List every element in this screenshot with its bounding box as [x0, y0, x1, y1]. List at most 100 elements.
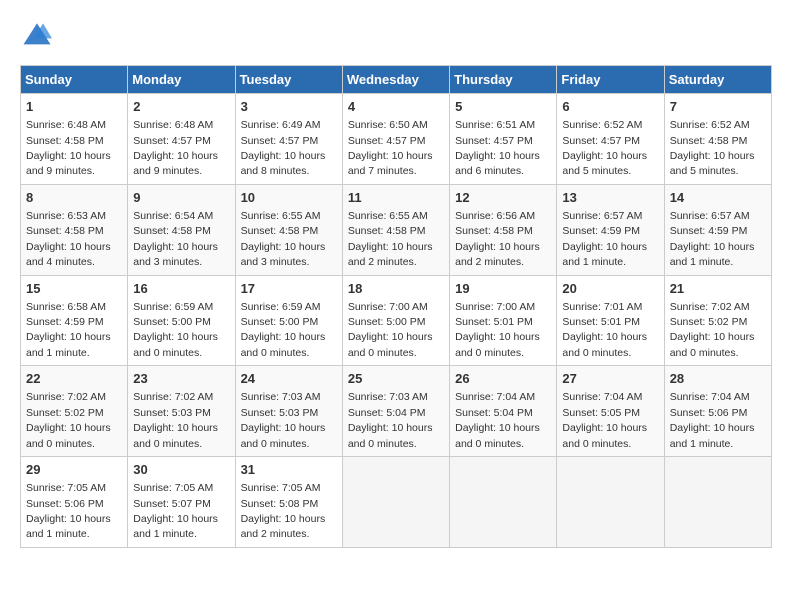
calendar-cell — [450, 457, 557, 548]
day-number: 12 — [455, 189, 551, 207]
cell-info: Sunrise: 6:57 AM Sunset: 4:59 PM Dayligh… — [562, 210, 647, 268]
day-number: 2 — [133, 98, 229, 116]
day-number: 17 — [241, 280, 337, 298]
calendar-cell: 19 Sunrise: 7:00 AM Sunset: 5:01 PM Dayli… — [450, 275, 557, 366]
day-number: 9 — [133, 189, 229, 207]
cell-info: Sunrise: 7:02 AM Sunset: 5:02 PM Dayligh… — [670, 301, 755, 359]
week-row-4: 22 Sunrise: 7:02 AM Sunset: 5:02 PM Dayli… — [21, 366, 772, 457]
week-row-2: 8 Sunrise: 6:53 AM Sunset: 4:58 PM Daylig… — [21, 184, 772, 275]
calendar-cell: 29 Sunrise: 7:05 AM Sunset: 5:06 PM Dayli… — [21, 457, 128, 548]
calendar-cell: 14 Sunrise: 6:57 AM Sunset: 4:59 PM Dayli… — [664, 184, 771, 275]
calendar-cell: 25 Sunrise: 7:03 AM Sunset: 5:04 PM Dayli… — [342, 366, 449, 457]
day-number: 4 — [348, 98, 444, 116]
calendar-cell: 26Sunrise: 7:04 AM Sunset: 5:04 PM Dayli… — [450, 366, 557, 457]
calendar-cell: 10 Sunrise: 6:55 AM Sunset: 4:58 PM Dayli… — [235, 184, 342, 275]
cell-info: Sunrise: 7:04 AM Sunset: 5:05 PM Dayligh… — [562, 391, 647, 449]
cell-info: Sunrise: 6:59 AM Sunset: 5:00 PM Dayligh… — [133, 301, 218, 359]
cell-info: Sunrise: 7:03 AM Sunset: 5:04 PM Dayligh… — [348, 391, 433, 449]
cell-info: Sunrise: 6:53 AM Sunset: 4:58 PM Dayligh… — [26, 210, 111, 268]
calendar-cell: 18 Sunrise: 7:00 AM Sunset: 5:00 PM Dayli… — [342, 275, 449, 366]
calendar-cell — [664, 457, 771, 548]
cell-info: Sunrise: 6:50 AM Sunset: 4:57 PM Dayligh… — [348, 119, 433, 177]
calendar-cell: 7 Sunrise: 6:52 AM Sunset: 4:58 PM Daylig… — [664, 94, 771, 185]
cell-info: Sunrise: 7:05 AM Sunset: 5:06 PM Dayligh… — [26, 482, 111, 540]
header-monday: Monday — [128, 66, 235, 94]
page-header — [20, 20, 772, 55]
calendar-cell: 2 Sunrise: 6:48 AM Sunset: 4:57 PM Daylig… — [128, 94, 235, 185]
day-number: 28 — [670, 370, 766, 388]
cell-info: Sunrise: 6:57 AM Sunset: 4:59 PM Dayligh… — [670, 210, 755, 268]
calendar-cell: 20 Sunrise: 7:01 AM Sunset: 5:01 PM Dayli… — [557, 275, 664, 366]
calendar-cell: 30 Sunrise: 7:05 AM Sunset: 5:07 PM Dayli… — [128, 457, 235, 548]
cell-info: Sunrise: 6:52 AM Sunset: 4:58 PM Dayligh… — [670, 119, 755, 177]
calendar-cell: 3 Sunrise: 6:49 AM Sunset: 4:57 PM Daylig… — [235, 94, 342, 185]
calendar-cell: 17 Sunrise: 6:59 AM Sunset: 5:00 PM Dayli… — [235, 275, 342, 366]
calendar-cell: 24 Sunrise: 7:03 AM Sunset: 5:03 PM Dayli… — [235, 366, 342, 457]
cell-info: Sunrise: 7:00 AM Sunset: 5:01 PM Dayligh… — [455, 301, 540, 359]
cell-info: Sunrise: 6:54 AM Sunset: 4:58 PM Dayligh… — [133, 210, 218, 268]
cell-info: Sunrise: 6:48 AM Sunset: 4:57 PM Dayligh… — [133, 119, 218, 177]
calendar-cell: 27 Sunrise: 7:04 AM Sunset: 5:05 PM Dayli… — [557, 366, 664, 457]
day-number: 11 — [348, 189, 444, 207]
cell-info: Sunrise: 7:05 AM Sunset: 5:07 PM Dayligh… — [133, 482, 218, 540]
calendar-cell: 23 Sunrise: 7:02 AM Sunset: 5:03 PM Dayli… — [128, 366, 235, 457]
logo — [20, 20, 52, 55]
cell-info: Sunrise: 7:03 AM Sunset: 5:03 PM Dayligh… — [241, 391, 326, 449]
calendar-cell — [557, 457, 664, 548]
day-number: 19 — [455, 280, 551, 298]
day-number: 3 — [241, 98, 337, 116]
calendar-cell: 13Sunrise: 6:57 AM Sunset: 4:59 PM Dayli… — [557, 184, 664, 275]
day-number: 21 — [670, 280, 766, 298]
calendar-cell — [342, 457, 449, 548]
header-tuesday: Tuesday — [235, 66, 342, 94]
calendar-cell: 31Sunrise: 7:05 AM Sunset: 5:08 PM Dayli… — [235, 457, 342, 548]
cell-info: Sunrise: 6:55 AM Sunset: 4:58 PM Dayligh… — [241, 210, 326, 268]
header-wednesday: Wednesday — [342, 66, 449, 94]
day-number: 24 — [241, 370, 337, 388]
day-number: 29 — [26, 461, 122, 479]
day-number: 26 — [455, 370, 551, 388]
day-number: 5 — [455, 98, 551, 116]
cell-info: Sunrise: 7:01 AM Sunset: 5:01 PM Dayligh… — [562, 301, 647, 359]
cell-info: Sunrise: 7:02 AM Sunset: 5:03 PM Dayligh… — [133, 391, 218, 449]
day-number: 18 — [348, 280, 444, 298]
cell-info: Sunrise: 6:49 AM Sunset: 4:57 PM Dayligh… — [241, 119, 326, 177]
header-friday: Friday — [557, 66, 664, 94]
header-saturday: Saturday — [664, 66, 771, 94]
cell-info: Sunrise: 7:05 AM Sunset: 5:08 PM Dayligh… — [241, 482, 326, 540]
calendar-cell: 16 Sunrise: 6:59 AM Sunset: 5:00 PM Dayli… — [128, 275, 235, 366]
day-number: 25 — [348, 370, 444, 388]
day-number: 30 — [133, 461, 229, 479]
day-number: 1 — [26, 98, 122, 116]
calendar-cell: 4 Sunrise: 6:50 AM Sunset: 4:57 PM Daylig… — [342, 94, 449, 185]
day-number: 8 — [26, 189, 122, 207]
day-number: 16 — [133, 280, 229, 298]
cell-info: Sunrise: 6:58 AM Sunset: 4:59 PM Dayligh… — [26, 301, 111, 359]
header-sunday: Sunday — [21, 66, 128, 94]
calendar-cell: 12Sunrise: 6:56 AM Sunset: 4:58 PM Dayli… — [450, 184, 557, 275]
day-number: 20 — [562, 280, 658, 298]
week-row-3: 15Sunrise: 6:58 AM Sunset: 4:59 PM Dayli… — [21, 275, 772, 366]
day-number: 14 — [670, 189, 766, 207]
calendar-cell: 22 Sunrise: 7:02 AM Sunset: 5:02 PM Dayli… — [21, 366, 128, 457]
cell-info: Sunrise: 7:04 AM Sunset: 5:06 PM Dayligh… — [670, 391, 755, 449]
day-number: 6 — [562, 98, 658, 116]
day-number: 27 — [562, 370, 658, 388]
calendar-header-row: SundayMondayTuesdayWednesdayThursdayFrid… — [21, 66, 772, 94]
day-number: 10 — [241, 189, 337, 207]
cell-info: Sunrise: 6:48 AM Sunset: 4:58 PM Dayligh… — [26, 119, 111, 177]
cell-info: Sunrise: 6:51 AM Sunset: 4:57 PM Dayligh… — [455, 119, 540, 177]
day-number: 23 — [133, 370, 229, 388]
calendar-cell: 6Sunrise: 6:52 AM Sunset: 4:57 PM Daylig… — [557, 94, 664, 185]
day-number: 22 — [26, 370, 122, 388]
cell-info: Sunrise: 6:59 AM Sunset: 5:00 PM Dayligh… — [241, 301, 326, 359]
day-number: 7 — [670, 98, 766, 116]
cell-info: Sunrise: 6:55 AM Sunset: 4:58 PM Dayligh… — [348, 210, 433, 268]
calendar-cell: 8 Sunrise: 6:53 AM Sunset: 4:58 PM Daylig… — [21, 184, 128, 275]
calendar-cell: 21 Sunrise: 7:02 AM Sunset: 5:02 PM Dayli… — [664, 275, 771, 366]
cell-info: Sunrise: 7:02 AM Sunset: 5:02 PM Dayligh… — [26, 391, 111, 449]
logo-icon — [22, 20, 52, 50]
cell-info: Sunrise: 7:00 AM Sunset: 5:00 PM Dayligh… — [348, 301, 433, 359]
calendar-cell: 5 Sunrise: 6:51 AM Sunset: 4:57 PM Daylig… — [450, 94, 557, 185]
calendar-cell: 9 Sunrise: 6:54 AM Sunset: 4:58 PM Daylig… — [128, 184, 235, 275]
